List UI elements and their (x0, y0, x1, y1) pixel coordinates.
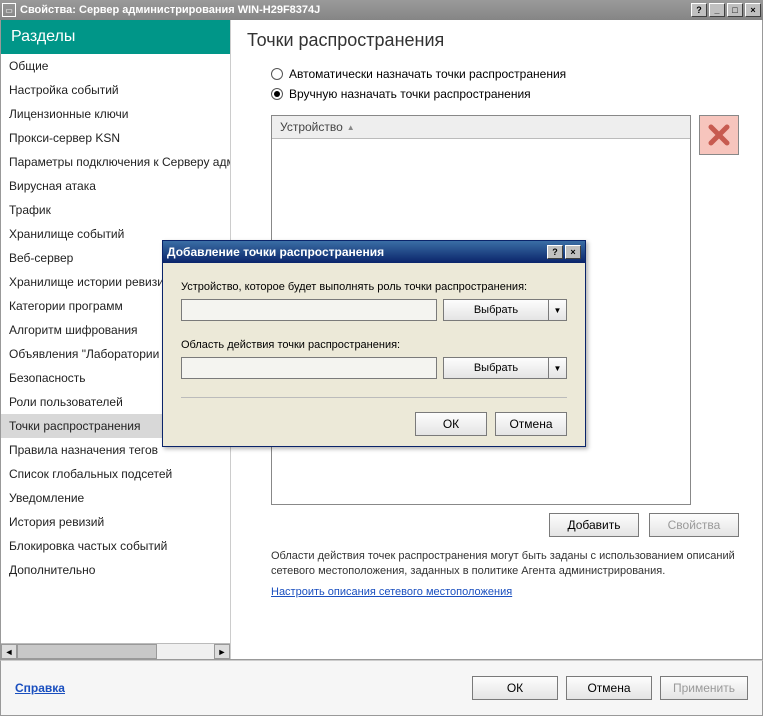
footer-ok-button[interactable]: ОК (472, 676, 558, 700)
sidebar-item[interactable]: Настройка событий (1, 78, 230, 102)
scope-select-label: Выбрать (444, 358, 548, 378)
close-button[interactable]: × (745, 3, 761, 17)
sidebar-item[interactable]: Прокси-сервер KSN (1, 126, 230, 150)
radio-manual-row[interactable]: Вручную назначать точки распространения (271, 87, 746, 101)
sidebar-item[interactable]: История ревизий (1, 510, 230, 534)
sidebar-item[interactable]: Общие (1, 54, 230, 78)
sidebar-item[interactable]: Вирусная атака (1, 174, 230, 198)
add-button-label: Добавить (567, 518, 620, 532)
device-field-label: Устройство, которое будет выполнять роль… (181, 281, 567, 293)
scroll-right-button[interactable]: ► (214, 644, 230, 659)
properties-button: Свойства (649, 513, 739, 537)
dialog-help-button[interactable]: ? (547, 245, 563, 259)
scroll-track[interactable] (17, 644, 214, 659)
x-icon (707, 123, 731, 147)
footer-apply-label: Применить (673, 681, 735, 695)
minimize-button[interactable]: _ (709, 3, 725, 17)
dialog-cancel-label: Отмена (509, 417, 552, 431)
dialog-title: Добавление точки распространения (167, 245, 545, 259)
remove-button[interactable] (699, 115, 739, 155)
radio-manual-label: Вручную назначать точки распространения (289, 87, 531, 101)
dialog-cancel-button[interactable]: Отмена (495, 412, 567, 436)
radio-auto-row[interactable]: Автоматически назначать точки распростра… (271, 67, 746, 81)
sidebar-header: Разделы (1, 20, 230, 54)
window-titlebar: ▭ Свойства: Сервер администрирования WIN… (0, 0, 763, 20)
sidebar-item[interactable]: Дополнительно (1, 558, 230, 582)
sidebar-item[interactable]: Уведомление (1, 486, 230, 510)
page-title: Точки распространения (247, 30, 746, 51)
chevron-down-icon[interactable]: ▼ (548, 300, 566, 320)
scroll-thumb[interactable] (17, 644, 157, 659)
footer: Справка ОК Отмена Применить (0, 660, 763, 716)
footer-cancel-button[interactable]: Отмена (566, 676, 652, 700)
dialog-separator (181, 397, 567, 398)
scope-note: Области действия точек распространения м… (271, 549, 739, 580)
dialog-close-button[interactable]: × (565, 245, 581, 259)
scope-input[interactable] (181, 357, 437, 379)
sidebar-item[interactable]: Список глобальных подсетей (1, 462, 230, 486)
device-input[interactable] (181, 299, 437, 321)
footer-cancel-label: Отмена (587, 681, 630, 695)
scroll-left-button[interactable]: ◄ (1, 644, 17, 659)
radio-manual[interactable] (271, 88, 283, 100)
device-select-combo[interactable]: Выбрать ▼ (443, 299, 567, 321)
sidebar-item[interactable]: Блокировка частых событий (1, 534, 230, 558)
window-title: Свойства: Сервер администрирования WIN-H… (20, 4, 691, 16)
maximize-button[interactable]: □ (727, 3, 743, 17)
footer-apply-button: Применить (660, 676, 748, 700)
sidebar-scrollbar[interactable]: ◄ ► (1, 643, 230, 659)
device-column-label: Устройство (280, 120, 343, 134)
scope-select-combo[interactable]: Выбрать ▼ (443, 357, 567, 379)
add-button[interactable]: Добавить (549, 513, 639, 537)
help-button[interactable]: ? (691, 3, 707, 17)
dialog-titlebar: Добавление точки распространения ? × (163, 241, 585, 263)
radio-auto-label: Автоматически назначать точки распростра… (289, 67, 566, 81)
sidebar-item[interactable]: Трафик (1, 198, 230, 222)
configure-link[interactable]: Настроить описания сетевого местоположен… (271, 586, 746, 598)
dialog-ok-label: ОК (443, 417, 459, 431)
app-icon: ▭ (2, 3, 16, 17)
sidebar-item[interactable]: Параметры подключения к Серверу админи (1, 150, 230, 174)
footer-help-link[interactable]: Справка (15, 681, 65, 695)
dialog-ok-button[interactable]: ОК (415, 412, 487, 436)
properties-button-label: Свойства (668, 518, 721, 532)
sidebar-item[interactable]: Лицензионные ключи (1, 102, 230, 126)
chevron-down-icon[interactable]: ▼ (548, 358, 566, 378)
device-list-header[interactable]: Устройство ▲ (272, 116, 690, 139)
radio-auto[interactable] (271, 68, 283, 80)
footer-ok-label: ОК (507, 681, 523, 695)
add-point-dialog: Добавление точки распространения ? × Уст… (162, 240, 586, 447)
sort-indicator-icon: ▲ (347, 123, 355, 132)
device-select-label: Выбрать (444, 300, 548, 320)
scope-field-label: Область действия точки распространения: (181, 339, 567, 351)
